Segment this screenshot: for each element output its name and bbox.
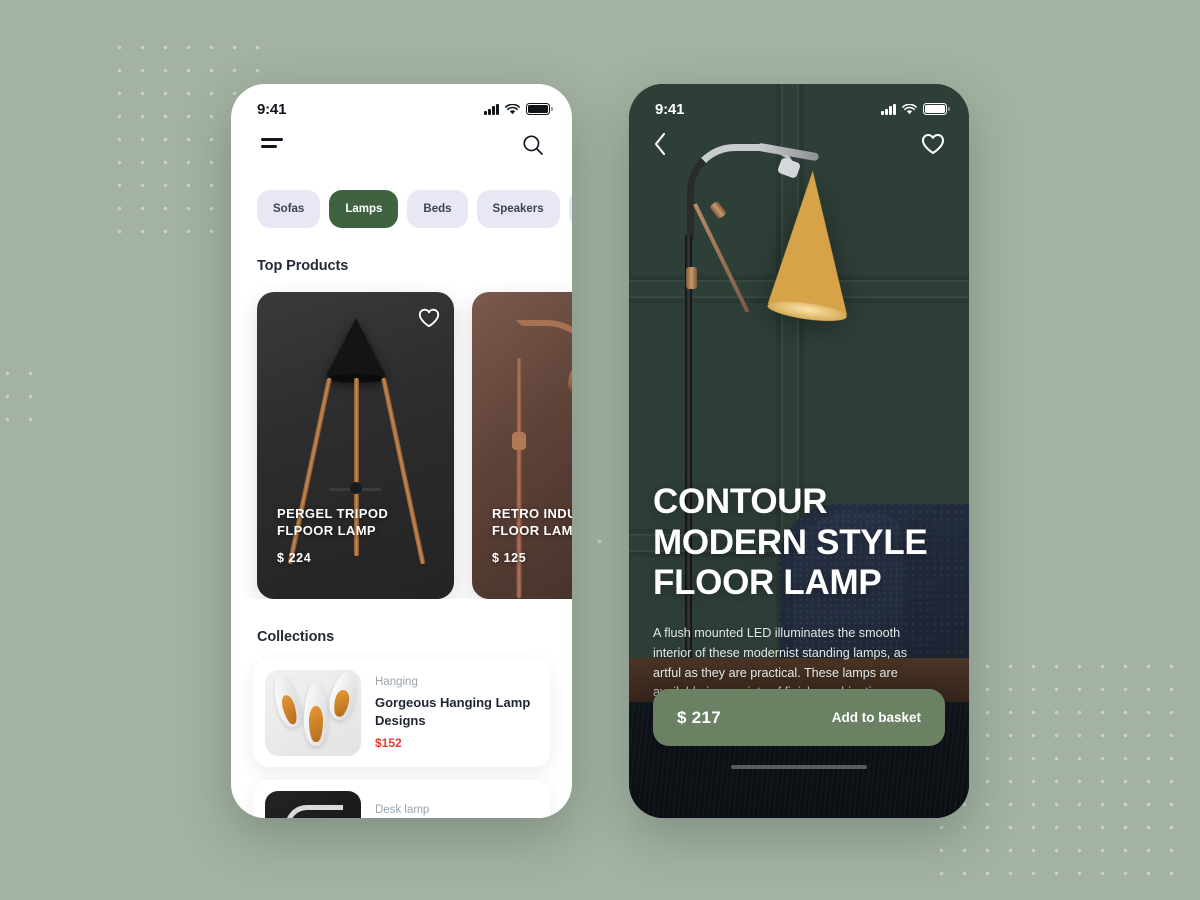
collections-list: Hanging Gorgeous Hanging Lamp Designs $1… <box>231 645 572 818</box>
pendant-lamp-shape <box>268 672 306 730</box>
phone-detail-screen: 9:41 CONTOUR MODERN STYLE FLOOR LAMP A f… <box>629 84 969 818</box>
status-time: 9:41 <box>257 100 287 118</box>
detail-top-bar <box>629 124 969 156</box>
product-name: RETRO INDUSTRIAL FLOOR LAMP <box>492 505 572 538</box>
lamp-joint-shape <box>512 432 526 450</box>
collection-item-hanging[interactable]: Hanging Gorgeous Hanging Lamp Designs $1… <box>253 659 550 767</box>
product-meta-pergel-tripod: PERGEL TRIPOD FLPOOR LAMP $ 224 <box>277 505 437 565</box>
lamp-knob <box>350 482 362 494</box>
product-name: PERGEL TRIPOD FLPOOR LAMP <box>277 505 389 538</box>
category-pill-sofas[interactable]: Sofas <box>257 190 321 228</box>
home-scroll-area[interactable]: Sofas Lamps Beds Speakers Table T Top Pr… <box>231 156 572 818</box>
arc-lamp-shape <box>285 805 343 818</box>
category-pill-lamps[interactable]: Lamps <box>329 190 399 228</box>
collection-thumbnail-desk-lamp <box>265 791 361 818</box>
product-meta-retro-industrial: RETRO INDUSTRIAL FLOOR LAMP $ 125 <box>492 505 572 565</box>
collection-category: Desk lamp <box>375 804 430 817</box>
lamp-arm-shape <box>516 320 572 374</box>
wifi-icon <box>505 103 520 115</box>
status-icons <box>881 103 950 115</box>
battery-icon <box>923 103 950 115</box>
basket-label: Add to basket <box>831 710 921 725</box>
status-icons <box>484 103 553 115</box>
heart-icon[interactable] <box>921 133 945 155</box>
product-card-retro-industrial[interactable]: RETRO INDUSTRIAL FLOOR LAMP $ 125 <box>472 292 572 599</box>
collection-item-desk-lamp[interactable]: Desk lamp Koble Arc Wireless Charging <box>253 780 550 818</box>
status-bar-home: 9:41 <box>231 84 572 124</box>
chevron-left-icon[interactable] <box>653 132 667 156</box>
collection-text-hanging: Hanging Gorgeous Hanging Lamp Designs $1… <box>375 676 538 749</box>
phone-home-screen: 9:41 Sofas Lamps Beds Speakers Table T T… <box>231 84 572 818</box>
top-products-row[interactable]: PERGEL TRIPOD FLPOOR LAMP $ 224 RETRO IN… <box>231 274 572 599</box>
pendant-lamp-shape <box>326 670 360 722</box>
status-bar-detail: 9:41 <box>629 84 969 124</box>
collection-category: Hanging <box>375 676 418 689</box>
basket-price: $ 217 <box>677 707 722 727</box>
add-to-basket-button[interactable]: $ 217 Add to basket <box>653 689 945 746</box>
heart-icon[interactable] <box>418 308 440 328</box>
battery-icon <box>526 103 553 115</box>
signal-icon <box>484 103 499 115</box>
category-pill-row[interactable]: Sofas Lamps Beds Speakers Table T <box>231 156 572 228</box>
collection-text-desk-lamp: Desk lamp Koble Arc Wireless Charging <box>375 804 538 818</box>
wifi-icon <box>902 103 917 115</box>
page-title: CONTOUR MODERN STYLE FLOOR LAMP <box>653 482 928 603</box>
category-pill-table[interactable]: Table <box>568 190 572 228</box>
category-pill-speakers[interactable]: Speakers <box>476 190 560 228</box>
collection-title: Gorgeous Hanging Lamp Designs <box>375 695 531 728</box>
collection-price: $152 <box>375 735 402 750</box>
signal-icon <box>881 103 896 115</box>
collections-heading: Collections <box>257 629 335 645</box>
dot-pattern-left <box>0 362 36 432</box>
detail-copy-block: CONTOUR MODERN STYLE FLOOR LAMP A flush … <box>653 482 949 723</box>
dot-pattern-center <box>588 530 618 560</box>
floor-lamp-cuff <box>686 267 697 289</box>
product-card-pergel-tripod[interactable]: PERGEL TRIPOD FLPOOR LAMP $ 224 <box>257 292 454 599</box>
status-time: 9:41 <box>655 100 685 118</box>
collection-thumbnail-hanging <box>265 670 361 756</box>
top-products-heading: Top Products <box>257 258 349 274</box>
search-icon[interactable] <box>522 134 544 156</box>
hamburger-icon[interactable] <box>261 138 285 152</box>
category-pill-beds[interactable]: Beds <box>407 190 468 228</box>
product-price: $ 224 <box>277 551 312 565</box>
product-price: $ 125 <box>492 551 527 565</box>
home-top-bar <box>231 124 572 156</box>
lamp-shade-shape <box>325 318 386 383</box>
pendant-lamp-shape <box>304 682 328 746</box>
